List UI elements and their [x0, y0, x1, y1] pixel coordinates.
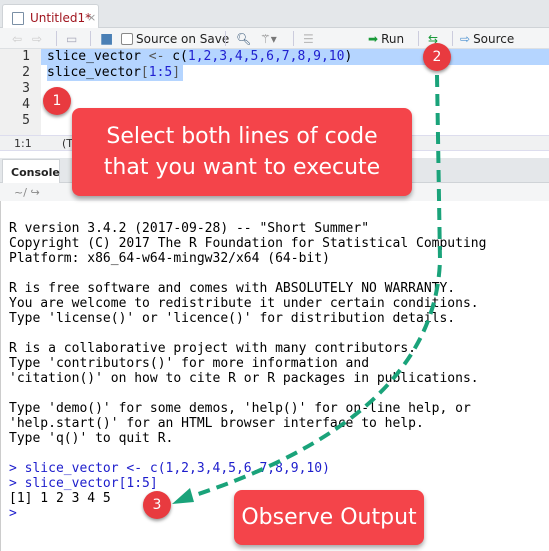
step-badge-2: 2 [423, 43, 451, 71]
save-icon[interactable]: ■ [100, 30, 113, 47]
r-file-icon [12, 12, 24, 25]
checkbox[interactable] [121, 32, 133, 45]
code-line-1[interactable]: slice_vector <- c(1,2,3,4,5,6,7,8,9,10) [47, 49, 352, 64]
show-in-window-icon[interactable]: ▭ [66, 30, 77, 47]
working-directory: ~/ [14, 186, 27, 199]
step-badge-3: 3 [143, 491, 171, 519]
console-line: Copyright (C) 2017 The R Foundation for … [9, 236, 487, 251]
step-badge-1: 1 [43, 87, 71, 115]
compile-report-icon[interactable]: ☰ [303, 30, 314, 47]
close-tab-icon[interactable]: × [87, 11, 96, 24]
console-line: R is a collaborative project with many c… [9, 341, 416, 356]
tab-untitled1[interactable]: Untitled1* × [2, 4, 99, 29]
tab-console[interactable]: Console [2, 159, 60, 183]
line-number: 3 [22, 81, 30, 96]
console-command: > slice_vector <- c(1,2,3,4,5,6,7,8,9,10… [9, 461, 330, 476]
source-on-save-label: Source on Save [136, 31, 230, 46]
console-line: 'help.start()' for an HTML browser inter… [9, 416, 424, 431]
code-line-2[interactable]: slice_vector[1:5] [47, 65, 180, 80]
console-line: Type 'q()' to quit R. [9, 431, 174, 446]
run-label: Run [381, 31, 405, 46]
line-gutter: 1 2 3 4 5 [0, 49, 41, 135]
source-label: Source [473, 31, 515, 46]
run-button[interactable]: ➡ Run [368, 30, 404, 47]
source-arrow-icon: ⇨ [460, 31, 471, 46]
console-line: R is free software and comes with ABSOLU… [9, 281, 456, 296]
tab-title: Untitled1* [30, 11, 92, 25]
back-icon[interactable]: ⇦ [12, 30, 22, 47]
line-number: 4 [22, 97, 30, 112]
line-number: 1 [22, 49, 30, 64]
editor-tabbar: Untitled1* × [0, 0, 549, 29]
console-line: Type 'demo()' for some demos, 'help()' f… [9, 401, 471, 416]
console-line: Type 'license()' or 'licence()' for dist… [9, 311, 456, 326]
search-icon[interactable]: 🔍︎ [236, 30, 251, 47]
console-line: R version 3.4.2 (2017-09-28) -- "Short S… [9, 221, 370, 236]
console-line: Type 'contributors()' for more informati… [9, 356, 370, 371]
source-button[interactable]: ⇨ Source [460, 30, 514, 47]
forward-icon[interactable]: ⇨ [32, 30, 42, 47]
callout-observe-output: Observe Output [234, 490, 424, 545]
console-line: 'citation()' on how to cite R or R packa… [9, 371, 479, 386]
console-result: [1] 1 2 3 4 5 [9, 491, 111, 506]
editor-toolbar: ⇦ ⇨ ▭ ■ Source on Save 🔍︎ ⚚▾ ☰ ➡ Run ⇆ ⇨ S… [0, 28, 549, 49]
console-command: > slice_vector[1:5] [9, 476, 158, 491]
line-number: 5 [22, 113, 30, 128]
source-on-save-checkbox[interactable]: Source on Save [121, 30, 229, 47]
line-number: 2 [22, 65, 30, 80]
callout-select-lines: Select both lines of code that you want … [72, 108, 412, 196]
console-line: Platform: x86_64-w64-mingw32/x64 (64-bit… [9, 251, 330, 266]
console-line: You are welcome to redistribute it under… [9, 296, 479, 311]
go-to-directory-icon[interactable]: ↪ [30, 186, 39, 199]
console-prompt[interactable]: > [9, 506, 17, 521]
run-arrow-icon: ➡ [368, 31, 379, 46]
cursor-position: 1:1 [14, 137, 32, 150]
magic-wand-icon[interactable]: ⚚▾ [260, 30, 277, 47]
